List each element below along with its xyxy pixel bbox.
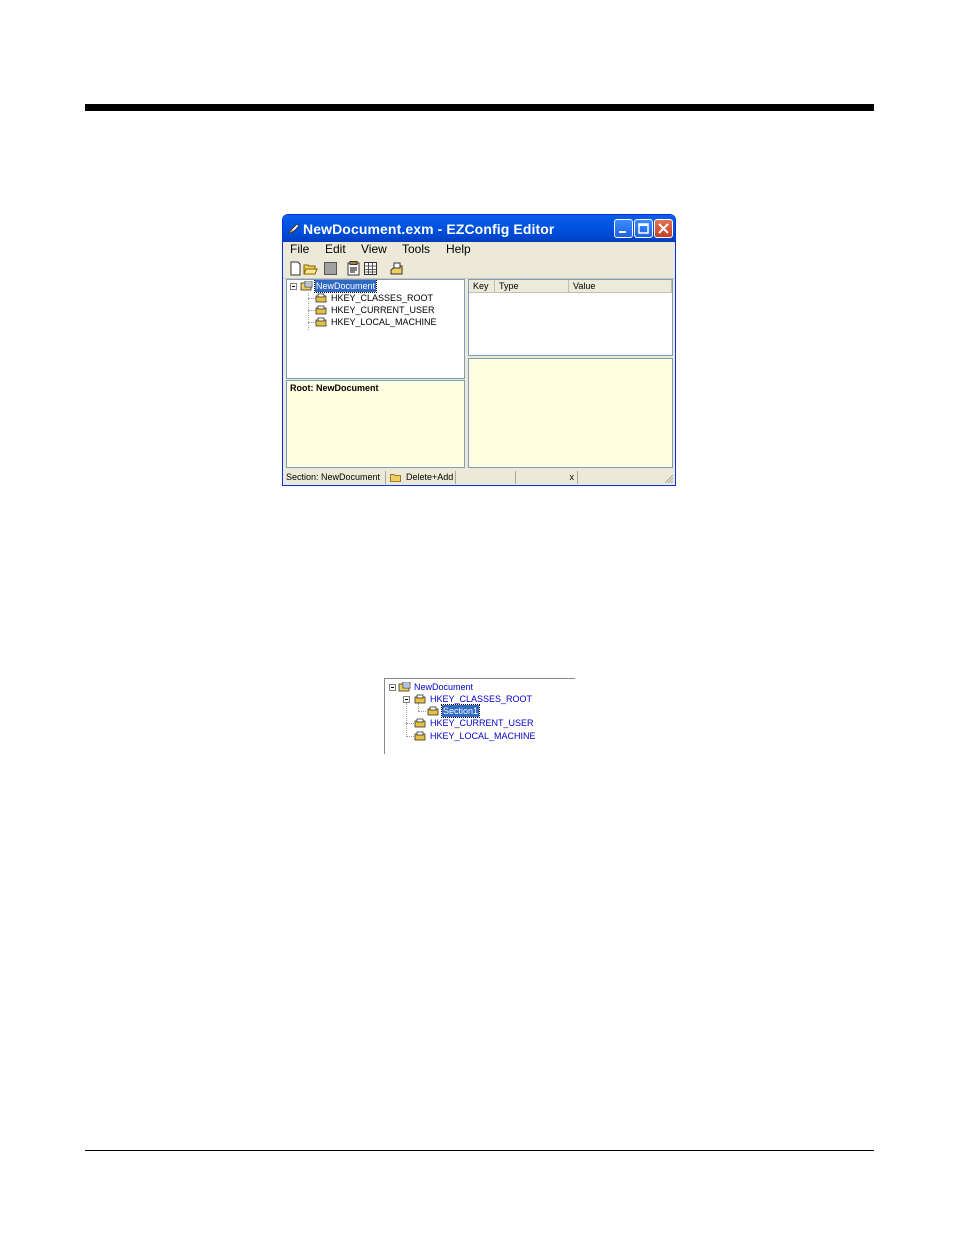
resize-grip-icon[interactable] [663,473,674,484]
tree-label: HKEY_CLASSES_ROOT [331,293,434,303]
close-icon [658,223,669,234]
window-title: NewDocument.exm - EZConfig Editor [303,221,555,237]
tree-label: HKEY_LOCAL_MACHINE [331,317,437,327]
status-bar: Section: NewDocument Delete+Add x [283,470,675,485]
close-button[interactable] [654,219,673,238]
status-cell-empty [456,471,516,484]
title-bar[interactable]: NewDocument.exm - EZConfig Editor [283,215,675,242]
status-mode: Delete+Add [386,471,456,484]
registry-key-icon [315,305,327,315]
registry-key-icon [315,293,327,303]
list-pane[interactable]: Key Type Value [468,279,673,356]
registry-key-icon [315,317,327,327]
collapse-toggle[interactable] [290,283,297,290]
registry-key-icon [414,731,426,741]
tree-label: HKEY_CLASSES_ROOT [430,694,533,704]
tree-guide-line [406,703,407,737]
app-icon [288,223,300,234]
collapse-toggle[interactable] [389,684,396,691]
menu-help[interactable]: Help [445,242,472,256]
column-header-key[interactable]: Key [469,280,495,293]
grid-icon[interactable] [363,261,378,276]
minimize-button[interactable] [614,219,633,238]
properties-icon[interactable] [346,261,361,276]
collapse-toggle[interactable] [403,696,410,703]
tree-guide-line [406,736,414,737]
status-mode-label: Delete+Add [406,472,454,482]
open-icon[interactable] [303,261,318,276]
column-header-type[interactable]: Type [495,280,569,293]
tree-guide-line [406,723,414,724]
document-root-icon [398,682,411,692]
detail-pane [468,358,673,468]
tree-label-selected: Section1 [440,704,481,718]
tree-detail-figure[interactable]: NewDocument HKEY_CLASSES_ROOT Section1 H… [384,678,575,754]
maximize-icon [638,223,649,234]
export-icon[interactable] [389,261,404,276]
tree-label-root: NewDocument [414,682,474,692]
registry-key-icon [414,694,426,704]
section-folder-icon [427,706,439,716]
status-section: Section: NewDocument [283,471,386,484]
page-header-rule [85,104,874,111]
menu-tools[interactable]: Tools [401,242,431,256]
folder-icon [390,474,401,482]
column-header-value[interactable]: Value [569,280,672,293]
menu-file[interactable]: File [289,242,310,256]
tree-label-root: NewDocument [313,280,378,293]
registry-key-icon [414,718,426,728]
tree-label: HKEY_LOCAL_MACHINE [430,731,536,741]
menu-view[interactable]: View [360,242,388,256]
minimize-icon [619,231,626,233]
maximize-button[interactable] [634,219,653,238]
document-root-icon [300,281,313,291]
status-marker: x [516,471,578,484]
ezconfig-editor-window: NewDocument.exm - EZConfig Editor File E… [282,214,676,486]
info-text: Root: NewDocument [290,383,379,393]
page-footer-rule [85,1150,874,1151]
info-pane: Root: NewDocument [286,380,465,468]
menu-bar: File Edit View Tools Help [283,242,675,260]
status-cell-empty [578,471,675,484]
tree-guide-line [418,711,426,712]
menu-edit[interactable]: Edit [324,242,347,256]
tree-guide-line [418,703,419,711]
new-icon[interactable] [288,261,303,276]
tree-label: HKEY_CURRENT_USER [331,305,435,315]
toolbar [283,260,675,279]
tree-label: HKEY_CURRENT_USER [430,718,534,728]
save-icon[interactable] [323,261,338,276]
tree-pane[interactable]: NewDocument HKEY_CLASSES_ROOT HKEY_CURRE… [286,279,465,379]
